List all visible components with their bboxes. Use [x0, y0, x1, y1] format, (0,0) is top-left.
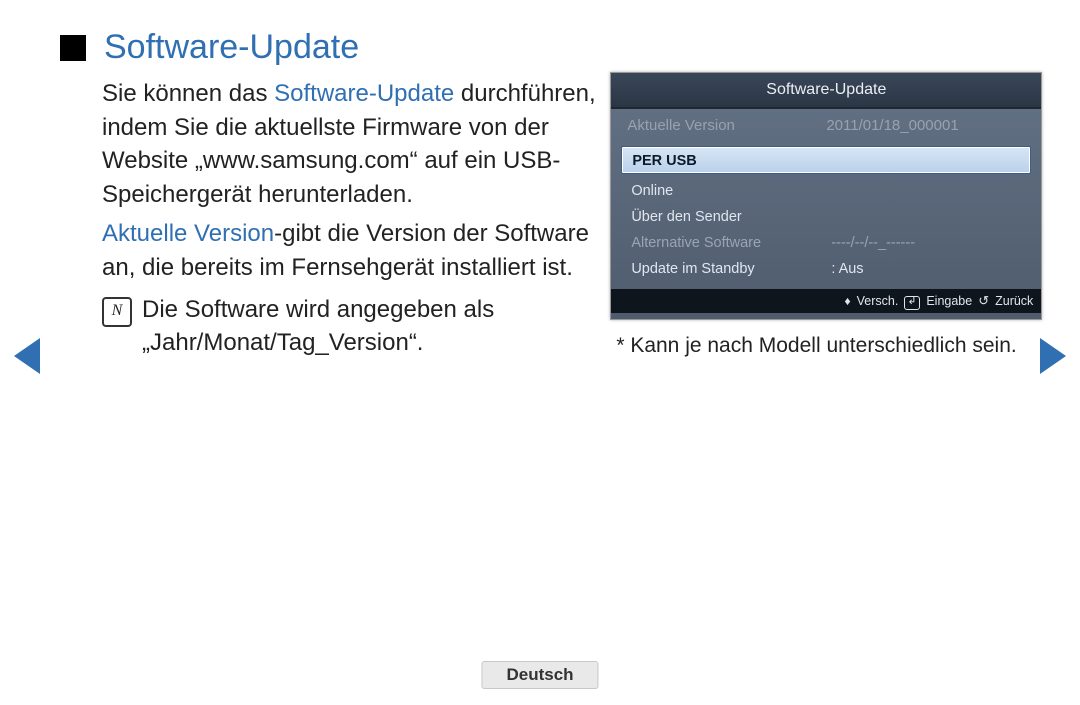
menu-item-alt-software: Alternative Software ----/--/--_------: [621, 229, 1031, 255]
section-bullet-icon: [60, 35, 86, 61]
current-version-value: 2011/01/18_000001: [826, 117, 1025, 134]
standby-value: : Aus: [831, 261, 863, 277]
hint-back: Zurück: [995, 294, 1033, 308]
description-column: Sie können das Software-Update durchführ…: [60, 77, 600, 360]
language-badge: Deutsch: [481, 661, 598, 689]
return-icon: ↺: [978, 293, 989, 309]
tv-menu-panel: Software-Update Aktuelle Version 2011/01…: [610, 72, 1042, 320]
text-highlight: Software-Update: [274, 80, 454, 107]
menu-item-standby[interactable]: Update im Standby : Aus: [621, 255, 1031, 281]
current-version-label: Aktuelle Version: [627, 117, 826, 134]
footnote-text: * Kann je nach Modell unterschiedlich se…: [616, 334, 1050, 358]
standby-label: Update im Standby: [631, 261, 831, 277]
alt-software-label: Alternative Software: [631, 235, 831, 251]
note-icon: N: [102, 297, 132, 327]
menu-item-uber-sender[interactable]: Über den Sender: [621, 203, 1031, 229]
note-text: Die Software wird angegeben als „Jahr/Mo…: [142, 293, 600, 360]
menu-item-per-usb[interactable]: PER USB: [621, 146, 1031, 174]
paragraph-version: Aktuelle Version-gibt die Version der So…: [102, 217, 600, 284]
menu-item-online[interactable]: Online: [621, 177, 1031, 203]
prev-page-arrow[interactable]: [14, 338, 40, 374]
text: Sie können das: [102, 80, 274, 107]
next-page-arrow[interactable]: [1040, 338, 1066, 374]
paragraph-update: Sie können das Software-Update durchführ…: [102, 77, 600, 211]
alt-software-value: ----/--/--_------: [831, 235, 915, 251]
enter-icon: [904, 296, 920, 310]
tv-panel-title: Software-Update: [611, 73, 1041, 109]
current-version-row: Aktuelle Version 2011/01/18_000001: [611, 109, 1041, 142]
tv-footer-hints: ♦ Versch. Eingabe ↺ Zurück: [611, 289, 1041, 313]
page-title: Software-Update: [104, 28, 359, 67]
hint-enter: Eingabe: [926, 294, 972, 308]
text-highlight: Aktuelle Version: [102, 220, 274, 247]
updown-icon: ♦: [845, 294, 851, 308]
hint-move: Versch.: [857, 294, 899, 308]
